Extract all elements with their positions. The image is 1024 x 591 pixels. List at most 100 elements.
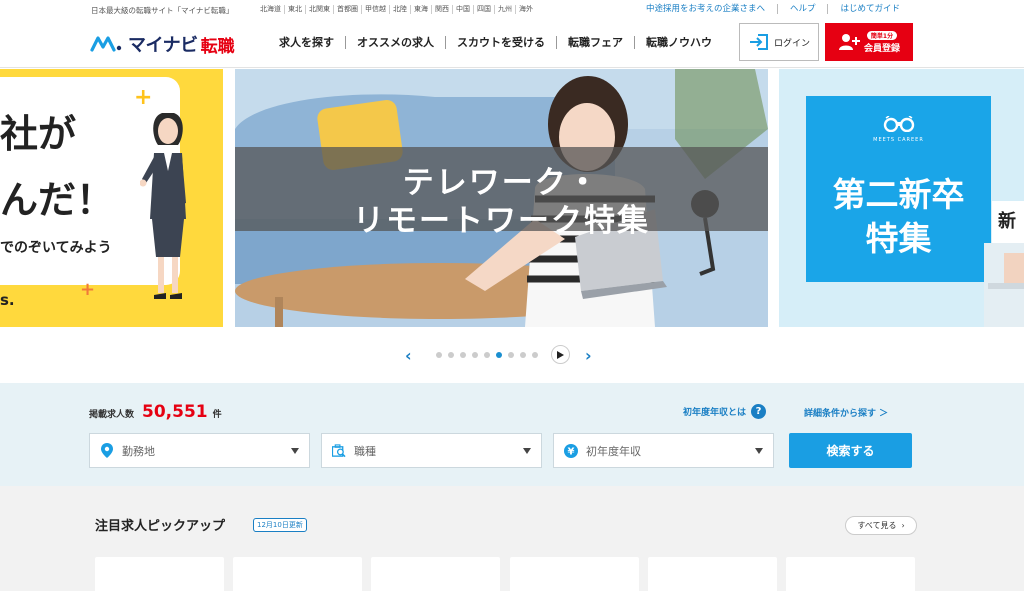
login-button[interactable]: ログイン: [739, 23, 819, 61]
job-card[interactable]: [786, 557, 915, 591]
carousel-dot[interactable]: [532, 352, 538, 358]
salary-select[interactable]: ¥ 初年度年収: [553, 433, 774, 468]
job-card[interactable]: [95, 557, 224, 591]
detail-search-link[interactable]: 詳細条件から探す ＞: [804, 406, 888, 419]
businesswoman-illustration: [140, 113, 186, 299]
help-link[interactable]: ヘルプ: [776, 4, 828, 14]
nav-fair[interactable]: 転職フェア: [556, 36, 634, 49]
carousel-dot[interactable]: [472, 352, 478, 358]
register-button[interactable]: 簡単1分 会員登録: [825, 23, 913, 61]
carousel-slide-current[interactable]: テレワーク・ リモートワーク特集: [235, 69, 768, 327]
salary-help-link[interactable]: 初年度年収とは ?: [683, 404, 767, 419]
carousel-next-button[interactable]: ›: [585, 346, 592, 365]
meets-career-name: MEETS CAREER: [873, 137, 924, 143]
meets-career-logo: MEETS CAREER: [806, 115, 991, 143]
region-link[interactable]: 中国: [452, 5, 473, 14]
see-all-button[interactable]: すべて見る ›: [845, 516, 917, 535]
next-slide-peek: 新: [992, 201, 1024, 243]
caret-down-icon: [755, 447, 763, 454]
slide-headline: リモートワーク特集: [353, 203, 650, 239]
add-user-icon: [838, 34, 860, 50]
job-count-label: 掲載求人数: [89, 410, 135, 420]
guide-link[interactable]: はじめてガイド: [827, 4, 912, 14]
carousel-dot[interactable]: [484, 352, 490, 358]
hero-carousel: 社が んだ！ でのぞいてみよう s. + + テレワーク・ リモートワーク特集 …: [0, 69, 1024, 327]
login-icon: [749, 34, 768, 50]
region-link[interactable]: 首都圏: [333, 5, 361, 14]
job-card[interactable]: [233, 557, 362, 591]
carousel-slide-next[interactable]: MEETS CAREER 第二新卒 特集 新: [779, 69, 1024, 327]
chevron-right-icon: ›: [901, 521, 905, 530]
yen-icon: ¥: [564, 443, 578, 458]
region-link[interactable]: 東海: [410, 5, 431, 14]
region-link[interactable]: 四国: [473, 5, 494, 14]
job-search-panel: 掲載求人数 50,551 件 初年度年収とは ? 詳細条件から探す ＞ 勤務地 …: [0, 383, 1024, 486]
register-text: 簡単1分 会員登録: [864, 30, 900, 54]
salary-help-label: 初年度年収とは: [683, 408, 747, 418]
global-nav: 求人を探す オススメの求人 スカウトを受ける 転職フェア 転職ノウハウ: [268, 36, 723, 49]
region-link[interactable]: 北陸: [389, 5, 410, 14]
location-select[interactable]: 勤務地: [89, 433, 310, 468]
jobtype-select[interactable]: 職種: [321, 433, 542, 468]
caret-down-icon: [291, 447, 299, 454]
plus-icon: +: [134, 85, 153, 110]
carousel-dot-active[interactable]: [496, 352, 502, 358]
logo-text: マイナビ: [128, 35, 198, 56]
carousel-dots: [436, 352, 538, 358]
region-link[interactable]: 九州: [494, 5, 515, 14]
slide-headline: 特集: [865, 219, 932, 258]
carousel-dot[interactable]: [520, 352, 526, 358]
region-links: 北海道 東北 北関東 首都圏 甲信越 北陸 東海 関西 中国 四国 九州 海外: [260, 5, 536, 14]
jobtype-select-value: 職種: [354, 444, 376, 458]
region-link[interactable]: 甲信越: [361, 5, 389, 14]
slide-panel: MEETS CAREER 第二新卒 特集: [806, 96, 991, 282]
slide-subtext: でのぞいてみよう: [0, 240, 112, 256]
corporate-link[interactable]: 中途採用をお考えの企業さまへ: [634, 4, 777, 14]
svg-text:¥: ¥: [568, 446, 575, 457]
plus-icon: +: [80, 279, 96, 300]
top-utility-bar: 日本最大級の転職サイト「マイナビ転職」 北海道 東北 北関東 首都圏 甲信越 北…: [0, 0, 1024, 20]
binoculars-icon: [883, 115, 914, 133]
job-card[interactable]: [371, 557, 500, 591]
site-logo[interactable]: マイナビ 転職: [90, 31, 235, 57]
slide-subtext: s.: [0, 291, 15, 309]
see-all-label: すべて見る: [857, 521, 897, 530]
region-link[interactable]: 北関東: [305, 5, 333, 14]
carousel-dot[interactable]: [448, 352, 454, 358]
search-button[interactable]: 検索する: [789, 433, 912, 468]
utility-links: 中途採用をお考えの企業さまへ ヘルプ はじめてガイド: [634, 4, 912, 14]
carousel-dot[interactable]: [508, 352, 514, 358]
job-card[interactable]: [510, 557, 639, 591]
map-pin-icon: [100, 443, 114, 458]
logo-mark-icon: [90, 36, 122, 52]
register-badge: 簡単1分: [866, 30, 898, 40]
nav-search-jobs[interactable]: 求人を探す: [268, 36, 345, 49]
carousel-pager: ‹ ›: [0, 343, 1024, 367]
region-link[interactable]: 関西: [431, 5, 452, 14]
carousel-play-button[interactable]: [551, 345, 570, 364]
site-tagline: 日本最大級の転職サイト「マイナビ転職」: [91, 6, 234, 15]
slide-headline: んだ！: [0, 178, 115, 222]
update-date-badge: 12月10日更新: [253, 518, 307, 532]
job-search-icon: [332, 443, 346, 458]
play-icon: [557, 350, 564, 359]
site-header: マイナビ 転職 求人を探す オススメの求人 スカウトを受ける 転職フェア 転職ノ…: [0, 20, 1024, 68]
logo-subtext: 転職: [200, 36, 235, 57]
location-select-value: 勤務地: [122, 444, 155, 458]
carousel-prev-button[interactable]: ‹: [405, 346, 412, 365]
peek-text: 新: [998, 211, 1016, 232]
carousel-dot[interactable]: [436, 352, 442, 358]
region-link[interactable]: 海外: [515, 5, 536, 14]
region-link[interactable]: 北海道: [260, 5, 284, 14]
section-title: 注目求人ピックアップ: [95, 519, 226, 534]
featured-jobs-section: 注目求人ピックアップ 12月10日更新 すべて見る ›: [0, 486, 1024, 591]
nav-scout[interactable]: スカウトを受ける: [445, 36, 556, 49]
region-link[interactable]: 東北: [284, 5, 305, 14]
carousel-dot[interactable]: [460, 352, 466, 358]
job-count-value: 50,551: [142, 402, 208, 422]
office-photo-fragment: [984, 243, 1024, 327]
nav-knowhow[interactable]: 転職ノウハウ: [634, 36, 723, 49]
job-card[interactable]: [648, 557, 777, 591]
nav-recommended[interactable]: オススメの求人: [345, 36, 445, 49]
carousel-slide-prev[interactable]: 社が んだ！ でのぞいてみよう s. + +: [0, 69, 223, 327]
